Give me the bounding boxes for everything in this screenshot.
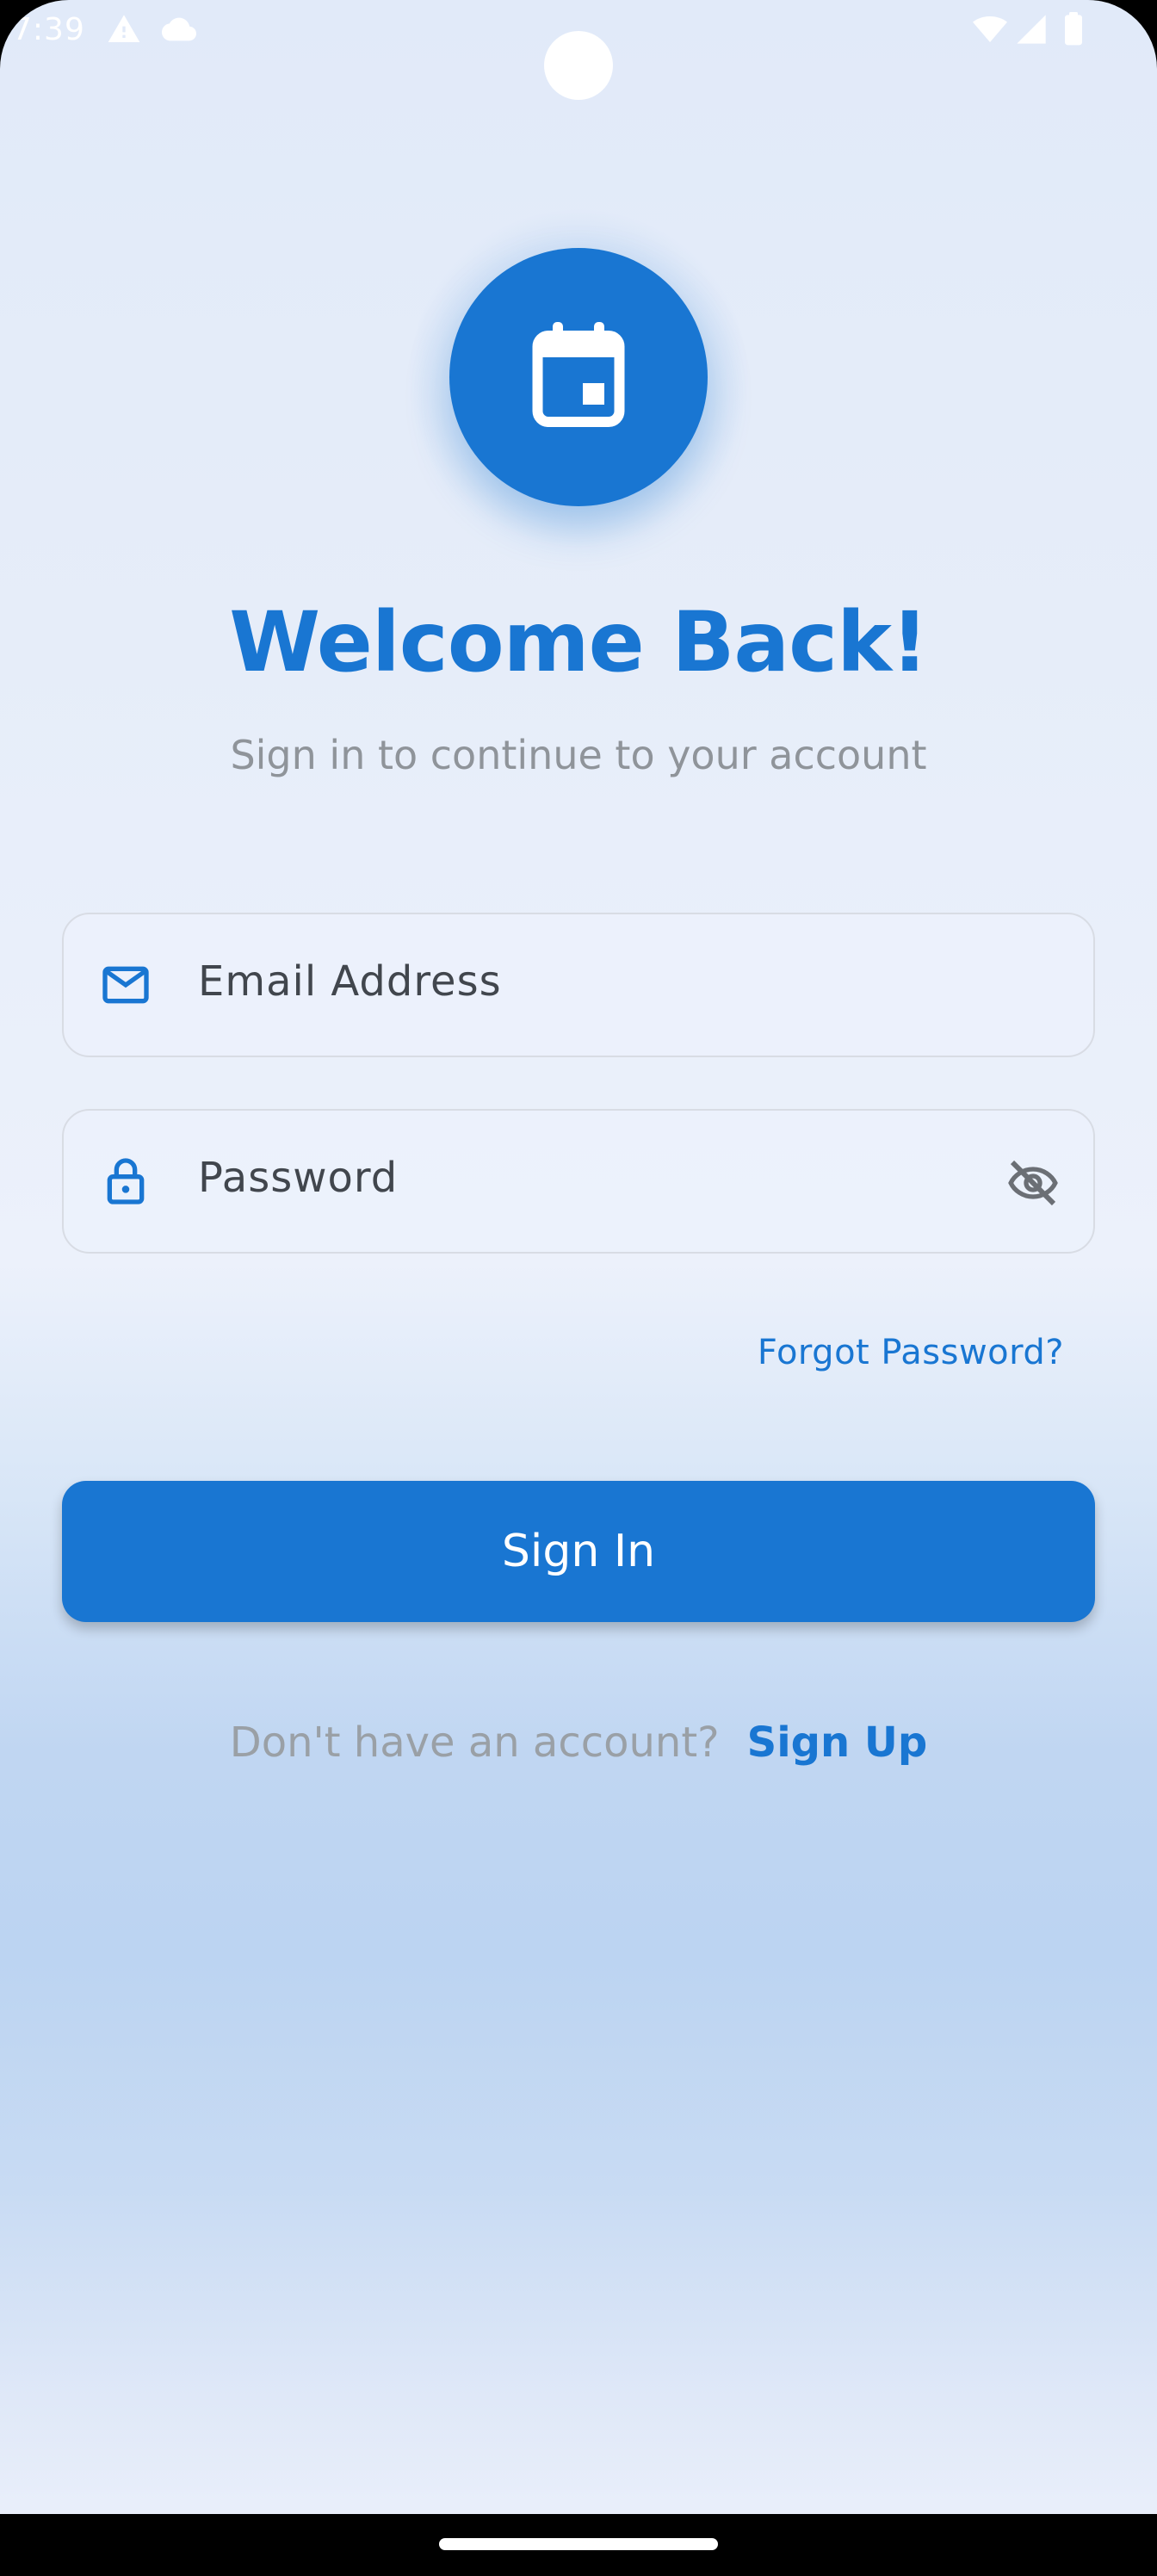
signup-row: Don't have an account? Sign Up (0, 1718, 1157, 1767)
app-screen: 7:39 Welcome Back! Sign in to continue t… (0, 0, 1157, 2576)
email-placeholder: Email Address (198, 957, 502, 1006)
status-time: 7:39 (12, 12, 85, 47)
visibility-off-icon[interactable] (1004, 1155, 1062, 1214)
nav-corner-left (0, 2514, 34, 2548)
nav-corner-right (1123, 2514, 1157, 2548)
wifi-icon (971, 12, 1009, 50)
signup-prompt: Don't have an account? (229, 1718, 720, 1767)
email-field[interactable]: Email Address (62, 913, 1095, 1057)
signal-icon (1014, 12, 1049, 50)
mail-icon (98, 957, 153, 1016)
cloud-icon (160, 12, 198, 50)
lock-icon (98, 1154, 153, 1212)
page-title: Welcome Back! (229, 594, 928, 690)
forgot-password-link[interactable]: Forgot Password? (758, 1333, 1064, 1372)
password-field[interactable]: Password (62, 1109, 1095, 1254)
battery-icon (1062, 12, 1085, 50)
password-placeholder: Password (198, 1154, 399, 1202)
sign-up-link[interactable]: Sign Up (747, 1718, 928, 1767)
app-logo (449, 248, 708, 506)
sign-in-button[interactable]: Sign In (62, 1481, 1095, 1622)
alert-icon (107, 12, 141, 50)
home-indicator[interactable] (439, 2538, 718, 2550)
front-camera (544, 31, 613, 100)
page-subtitle: Sign in to continue to your account (230, 732, 927, 778)
